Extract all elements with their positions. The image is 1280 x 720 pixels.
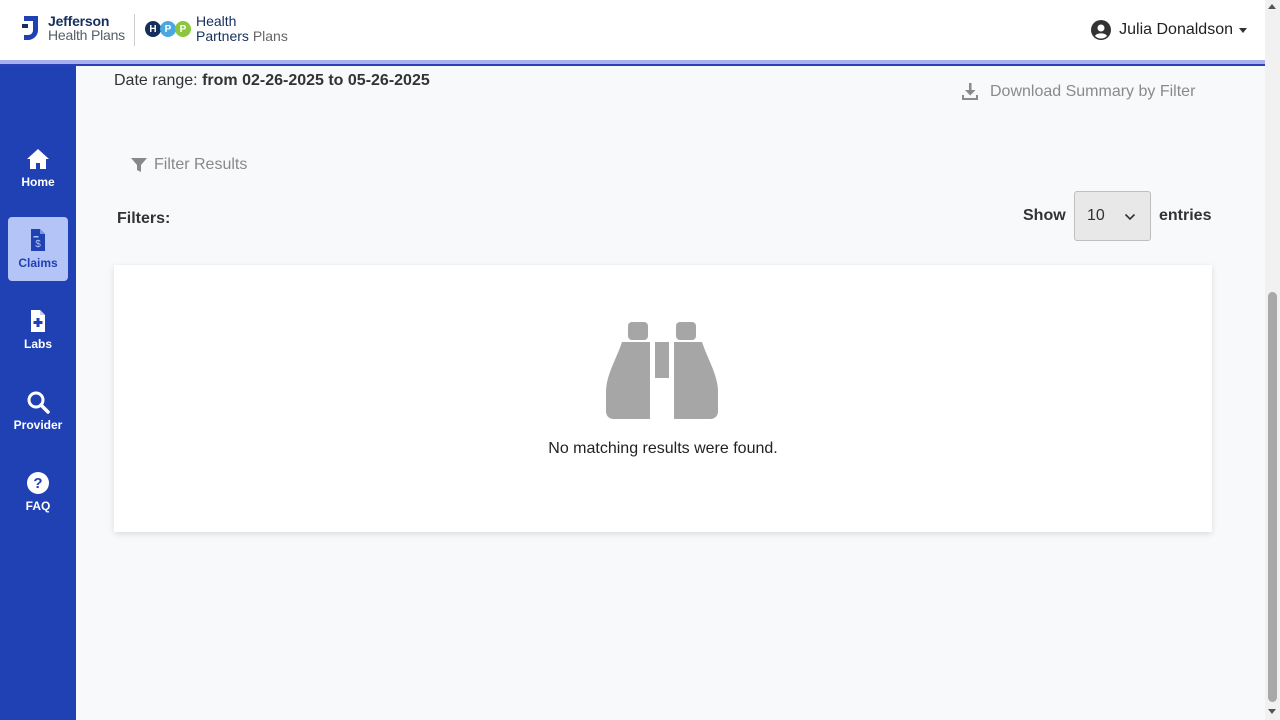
scrollbar-thumb[interactable] xyxy=(1268,292,1277,702)
page-scrollbar[interactable] xyxy=(1265,0,1280,720)
svg-text:?: ? xyxy=(33,475,42,492)
sidebar-item-claims[interactable]: $ Claims xyxy=(8,217,68,281)
top-header: Jefferson Health Plans H P P Health Part… xyxy=(0,0,1265,60)
jefferson-health-plans-logo[interactable]: Jefferson Health Plans xyxy=(20,14,125,42)
logo-secondary-line1: Health xyxy=(196,13,237,29)
binoculars-icon xyxy=(606,322,718,419)
download-icon xyxy=(962,83,978,100)
filters-label: Filters: xyxy=(117,210,171,227)
sidebar-item-home[interactable]: Home xyxy=(8,136,68,200)
date-range: Date range: from 02-26-2025 to 05-26-202… xyxy=(114,72,430,90)
logo-secondary-partners: Partners xyxy=(196,28,249,44)
logo-secondary-line2: Partners Plans xyxy=(196,29,288,44)
user-circle-icon xyxy=(1091,20,1112,40)
home-icon xyxy=(27,149,49,169)
scroll-down-arrow-icon[interactable] xyxy=(1268,709,1276,714)
jefferson-logo-icon xyxy=(22,16,38,40)
sidebar-item-label: Claims xyxy=(18,256,58,270)
filter-results-label: Filter Results xyxy=(154,156,248,173)
sidebar: Home $ Claims Labs Provider ? FAQ xyxy=(0,66,76,720)
empty-state-message: No matching results were found. xyxy=(548,440,778,457)
entries-label: entries xyxy=(1159,207,1212,224)
date-range-value: from 02-26-2025 to 05-26-2025 xyxy=(202,72,430,89)
entries-per-page-select[interactable]: 10 xyxy=(1074,191,1151,241)
search-icon xyxy=(27,391,50,414)
sidebar-item-labs[interactable]: Labs xyxy=(8,298,68,362)
scroll-up-arrow-icon[interactable] xyxy=(1268,4,1276,9)
hpp-letter-p2: P xyxy=(175,21,191,37)
logo-divider xyxy=(134,14,135,46)
hpp-letter-h: H xyxy=(145,21,161,37)
download-label: Download Summary by Filter xyxy=(990,83,1196,100)
entries-per-page-value: 10 xyxy=(1087,207,1105,224)
sidebar-item-label: Labs xyxy=(23,337,52,351)
chevron-down-icon xyxy=(1124,213,1136,221)
download-summary-button[interactable]: Download Summary by Filter xyxy=(960,82,1195,102)
filter-results-button[interactable]: Filter Results xyxy=(130,156,247,174)
svg-text:$: $ xyxy=(35,239,41,250)
logo-secondary-plans: Plans xyxy=(252,28,288,44)
health-partners-plans-logo[interactable]: H P P Health Partners Plans xyxy=(145,14,288,44)
date-range-label: Date range: xyxy=(114,72,198,89)
labs-document-icon xyxy=(31,310,45,332)
sidebar-item-faq[interactable]: ? FAQ xyxy=(8,460,68,524)
logo-primary-line1: Jefferson xyxy=(48,13,110,29)
sidebar-item-label: Provider xyxy=(13,418,63,432)
filter-funnel-icon xyxy=(131,158,147,172)
caret-down-icon xyxy=(1239,27,1247,33)
sidebar-item-label: FAQ xyxy=(25,499,51,513)
sidebar-item-provider[interactable]: Provider xyxy=(8,379,68,443)
logo-primary-line2: Health Plans xyxy=(48,27,125,43)
show-label: Show xyxy=(1023,207,1066,224)
hpp-badge: H P P xyxy=(145,21,191,37)
hpp-letter-p1: P xyxy=(160,21,176,37)
user-menu[interactable]: Julia Donaldson xyxy=(1091,20,1247,40)
header-accent-bar xyxy=(0,60,1265,66)
question-circle-icon: ? xyxy=(27,472,49,494)
sidebar-item-label: Home xyxy=(21,175,55,189)
claims-document-icon: $ xyxy=(31,229,45,251)
results-card: No matching results were found. xyxy=(114,265,1212,532)
user-name: Julia Donaldson xyxy=(1119,21,1233,38)
